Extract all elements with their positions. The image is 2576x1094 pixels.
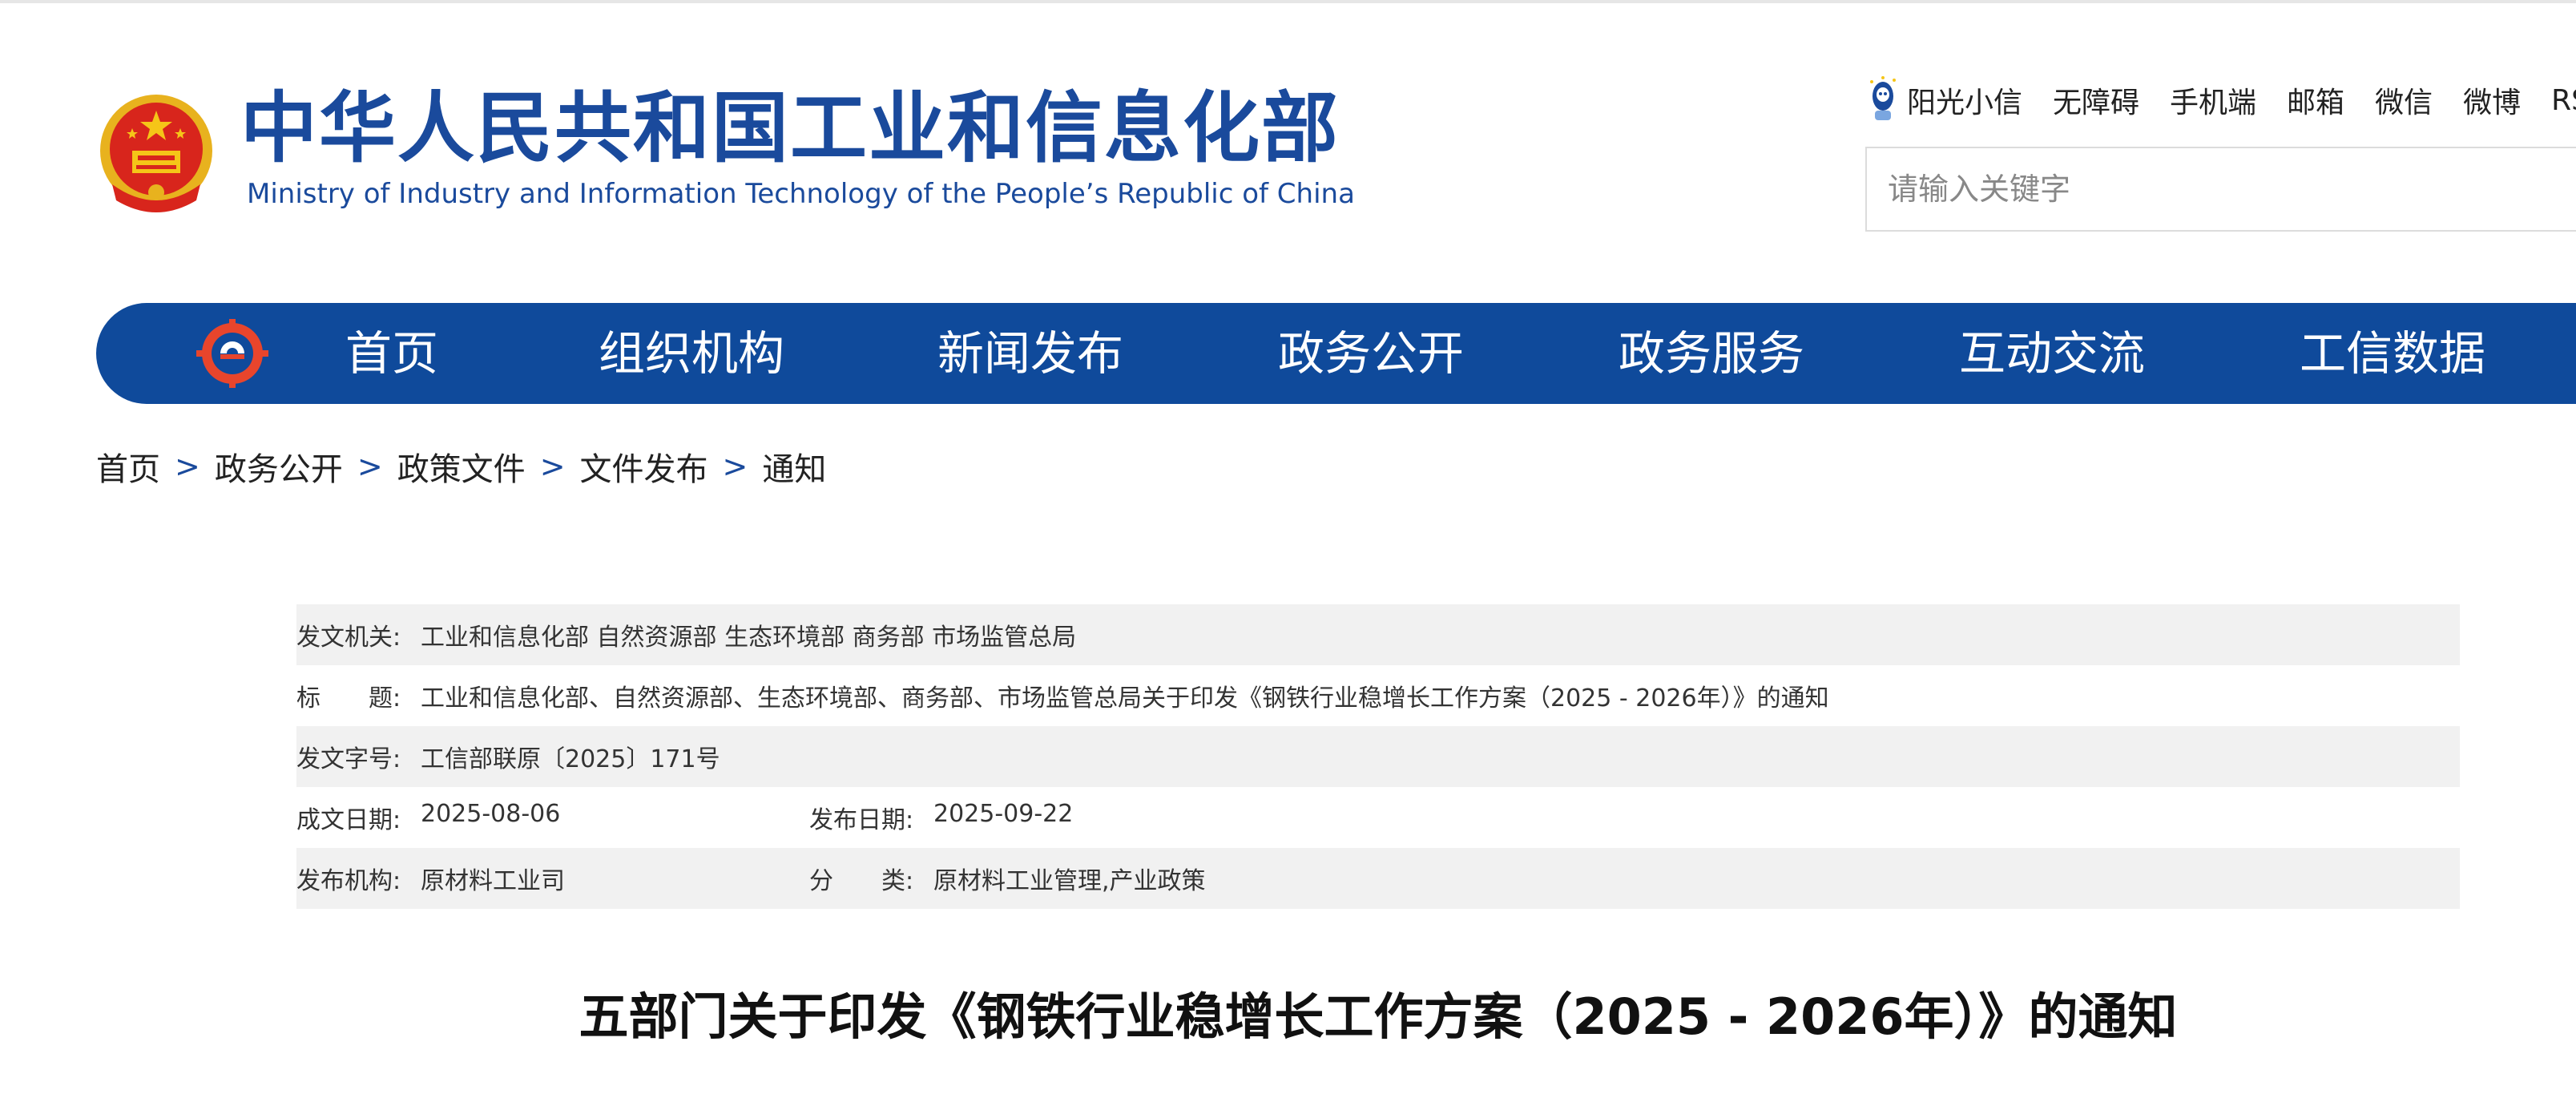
- link-weibo[interactable]: 微博: [2463, 79, 2521, 121]
- breadcrumb-separator: >: [722, 449, 748, 484]
- publisher-cell: 发布机构: 原材料工业司: [296, 861, 809, 896]
- link-mail[interactable]: 邮箱: [2287, 79, 2344, 121]
- breadcrumb-separator: >: [175, 449, 200, 484]
- category-value: 原材料工业管理,产业政策: [933, 867, 1206, 895]
- link-rss[interactable]: RSS: [2551, 84, 2576, 117]
- publisher-label: 发布机构:: [296, 867, 401, 895]
- document-title: 五部门关于印发《钢铁行业稳增长工作方案（2025 - 2026年）》的通知: [578, 987, 2178, 1046]
- breadcrumb-home[interactable]: 首页: [96, 443, 160, 490]
- written-date-label: 成文日期:: [296, 806, 401, 834]
- top-border: [0, 0, 2576, 3]
- written-date-value: 2025-08-06: [421, 800, 561, 828]
- nav-miit-data[interactable]: 工信数据: [2300, 303, 2485, 404]
- document-info-table: 发文机关: 工业和信息化部 自然资源部 生态环境部 商务部 市场监管总局 标 题…: [296, 604, 2460, 909]
- breadcrumb-government-affairs[interactable]: 政务公开: [215, 443, 343, 490]
- miit-logo-icon[interactable]: [196, 319, 268, 388]
- link-wechat[interactable]: 微信: [2375, 79, 2433, 121]
- breadcrumb-separator: >: [357, 449, 383, 484]
- link-sunshine[interactable]: 阳光小信: [1907, 79, 2022, 121]
- main-nav: 首页 组织机构 新闻发布 政务公开 政务服务 互动交流 工信数据: [96, 303, 2576, 404]
- category-cell: 分 类: 原材料工业管理,产业政策: [809, 861, 1206, 896]
- link-mobile[interactable]: 手机端: [2170, 79, 2256, 121]
- breadcrumb: 首页 > 政务公开 > 政策文件 > 文件发布 > 通知: [96, 445, 826, 488]
- breadcrumb-notice[interactable]: 通知: [762, 443, 826, 490]
- publish-date-cell: 发布日期: 2025-09-22: [809, 800, 1073, 835]
- written-date-cell: 成文日期: 2025-08-06: [296, 800, 809, 835]
- site-title[interactable]: 中华人民共和国工业和信息化部: [240, 90, 1340, 167]
- nav-government-services[interactable]: 政务服务: [1619, 303, 1804, 404]
- title-value: 工业和信息化部、自然资源部、生态环境部、商务部、市场监管总局关于印发《钢铁行业稳…: [421, 684, 1829, 713]
- info-row-dates: 成文日期: 2025-08-06 发布日期: 2025-09-22: [296, 787, 2460, 848]
- search-box: [1865, 147, 2576, 232]
- link-accessibility[interactable]: 无障碍: [2053, 79, 2139, 121]
- info-row-doc-number: 发文字号: 工信部联原〔2025〕171号: [296, 726, 2460, 787]
- info-row-title: 标 题: 工业和信息化部、自然资源部、生态环境部、商务部、市场监管总局关于印发《…: [296, 665, 2460, 726]
- nav-organization[interactable]: 组织机构: [599, 303, 784, 404]
- nav-government-affairs[interactable]: 政务公开: [1278, 303, 1464, 404]
- info-row-issuer: 发文机关: 工业和信息化部 自然资源部 生态环境部 商务部 市场监管总局: [296, 604, 2460, 665]
- publish-date-value: 2025-09-22: [933, 800, 1074, 828]
- doc-number-value: 工信部联原〔2025〕171号: [421, 745, 720, 773]
- mascot-icon: [1870, 76, 1896, 120]
- publisher-value: 原材料工业司: [421, 867, 565, 895]
- search-input[interactable]: [1867, 148, 2576, 230]
- site-subtitle: Ministry of Industry and Information Tec…: [247, 178, 1355, 210]
- category-label: 分 类:: [809, 867, 914, 895]
- breadcrumb-separator: >: [539, 449, 566, 484]
- publish-date-label: 发布日期:: [809, 806, 914, 834]
- top-utility-links: 阳光小信 无障碍 手机端 邮箱 微信 微博 RSS: [1867, 76, 2576, 121]
- nav-home[interactable]: 首页: [345, 303, 438, 404]
- nav-news[interactable]: 新闻发布: [937, 303, 1123, 404]
- breadcrumb-document-release[interactable]: 文件发布: [580, 443, 708, 490]
- breadcrumb-policy-documents[interactable]: 政策文件: [397, 443, 526, 490]
- issuer-value: 工业和信息化部 自然资源部 生态环境部 商务部 市场监管总局: [421, 624, 1077, 652]
- title-label: 标 题:: [296, 684, 401, 713]
- issuer-label: 发文机关:: [296, 624, 401, 652]
- info-row-publisher: 发布机构: 原材料工业司 分 类: 原材料工业管理,产业政策: [296, 848, 2460, 909]
- national-emblem-icon[interactable]: [96, 88, 216, 220]
- doc-number-label: 发文字号:: [296, 745, 401, 773]
- nav-interaction[interactable]: 互动交流: [1959, 303, 2145, 404]
